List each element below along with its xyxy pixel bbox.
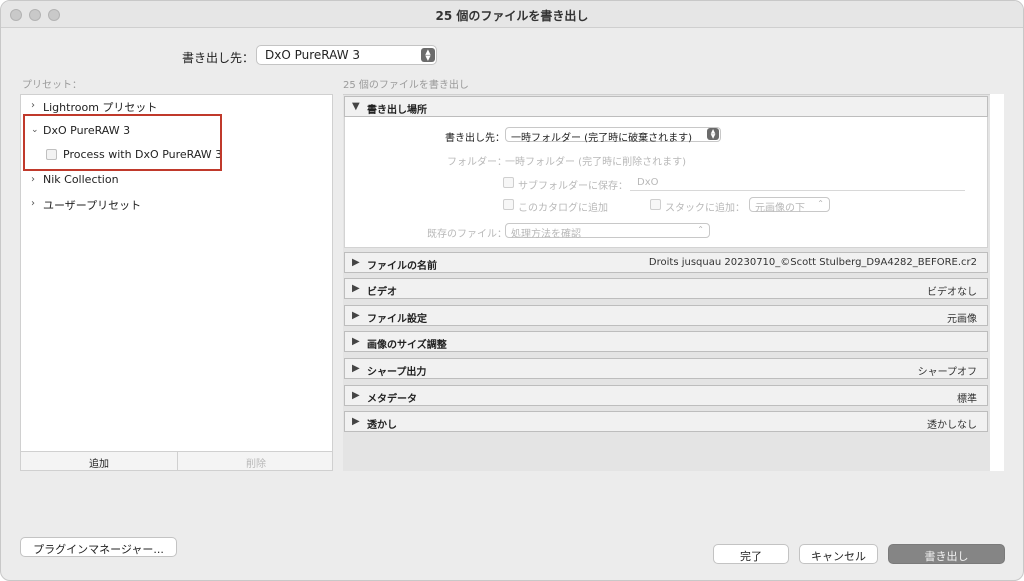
triangle-right-icon: ▶ — [352, 310, 360, 321]
updown-arrow-icon: ⌃ — [697, 225, 704, 234]
presets-label: プリセット： — [22, 80, 82, 91]
folder-label: フォルダー： — [447, 157, 507, 168]
section-title: ファイル設定 — [367, 314, 427, 325]
folder-value: 一時フォルダー (完了時に削除されます) — [505, 157, 686, 168]
section-summary: 標準 — [957, 394, 977, 405]
triangle-right-icon: ▶ — [352, 257, 360, 268]
settings-scrollbar[interactable] — [990, 94, 1004, 471]
export-count-header: 25 個のファイルを書き出し — [343, 80, 469, 91]
section-metadata[interactable]: ▶ メタデータ 標準 — [344, 385, 988, 406]
titlebar: 25 個のファイルを書き出し — [1, 1, 1023, 28]
section-file-naming[interactable]: ▶ ファイルの名前 Droits jusquau 20230710_©Scott… — [344, 252, 988, 273]
section-title: 透かし — [367, 420, 397, 431]
triangle-right-icon: ▶ — [352, 283, 360, 294]
section-image-sizing[interactable]: ▶ 画像のサイズ調整 — [344, 331, 988, 352]
stepper-arrows-icon: ▲ ▼ — [707, 128, 719, 140]
chevron-right-icon[interactable]: › — [31, 174, 35, 185]
export-to-value: 一時フォルダー (完了時に破棄されます) — [511, 133, 692, 144]
add-to-stack-checkbox[interactable] — [650, 199, 661, 210]
preset-folder-label: Nik Collection — [43, 173, 119, 186]
existing-files-value: 処理方法を確認 — [511, 229, 581, 240]
add-preset-button[interactable]: 追加 — [21, 452, 177, 470]
section-summary: 元画像 — [947, 314, 977, 325]
export-location-body: 書き出し先： 一時フォルダー (完了時に破棄されます) ▲ ▼ フォルダー： 一時… — [344, 117, 988, 248]
section-summary: ビデオなし — [927, 287, 977, 298]
existing-files-select[interactable]: 処理方法を確認 ⌃ — [505, 223, 710, 240]
export-target-value: DxO PureRAW 3 — [265, 48, 361, 62]
triangle-down-icon: ▼ — [352, 101, 360, 112]
section-video[interactable]: ▶ ビデオ ビデオなし — [344, 278, 988, 299]
section-summary: 透かしなし — [927, 420, 977, 431]
section-title: メタデータ — [367, 394, 417, 405]
cancel-button[interactable]: キャンセル — [799, 544, 878, 564]
stack-position-value: 元画像の下 — [755, 203, 805, 214]
preset-folder-lightroom[interactable]: › Lightroom プリセット — [21, 97, 332, 115]
remove-preset-button[interactable]: 削除 — [178, 452, 334, 470]
triangle-right-icon: ▶ — [352, 363, 360, 374]
preset-button-bar: 追加 削除 — [20, 452, 333, 471]
subfolder-label: サブフォルダーに保存： — [518, 181, 628, 192]
section-file-settings[interactable]: ▶ ファイル設定 元画像 — [344, 305, 988, 326]
preset-folder-user[interactable]: › ユーザープリセット — [21, 195, 332, 213]
section-title: 画像のサイズ調整 — [367, 340, 447, 351]
window-title: 25 個のファイルを書き出し — [435, 9, 589, 23]
section-title: ビデオ — [367, 287, 397, 298]
section-watermarking[interactable]: ▶ 透かし 透かしなし — [344, 411, 988, 432]
stack-position-select[interactable]: 元画像の下 ⌃ — [749, 197, 830, 214]
triangle-right-icon: ▶ — [352, 416, 360, 427]
section-title: ファイルの名前 — [367, 261, 437, 272]
subfolder-input[interactable]: DxO — [637, 177, 659, 188]
section-output-sharpening[interactable]: ▶ シャープ出力 シャープオフ — [344, 358, 988, 379]
chevron-right-icon[interactable]: › — [31, 198, 35, 209]
subfolder-checkbox[interactable] — [503, 177, 514, 188]
preset-folder-label: ユーザープリセット — [43, 199, 142, 212]
export-to-select[interactable]: 一時フォルダー (完了時に破棄されます) ▲ ▼ — [505, 127, 721, 144]
section-title: 書き出し場所 — [367, 105, 427, 116]
section-summary: Droits jusquau 20230710_©Scott Stulberg_… — [648, 257, 977, 268]
preset-folder-label: Lightroom プリセット — [43, 101, 158, 114]
export-button[interactable]: 書き出し — [888, 544, 1005, 564]
subfolder-underline — [630, 190, 965, 191]
export-dialog: 25 個のファイルを書き出し 書き出し先： DxO PureRAW 3 ▲ ▼ プ… — [0, 0, 1024, 581]
triangle-right-icon: ▶ — [352, 390, 360, 401]
stepper-arrows-icon: ▲ ▼ — [421, 48, 435, 62]
updown-arrow-icon: ⌃ — [817, 199, 824, 208]
export-target-select[interactable]: DxO PureRAW 3 ▲ ▼ — [256, 45, 437, 65]
preset-folder-nik[interactable]: › Nik Collection — [21, 171, 332, 189]
export-to-label: 書き出し先： — [445, 133, 505, 144]
section-summary: シャープオフ — [917, 367, 977, 378]
export-target-label: 書き出し先： — [182, 51, 255, 65]
done-button[interactable]: 完了 — [713, 544, 789, 564]
existing-files-label: 既存のファイル： — [427, 229, 507, 240]
section-export-location[interactable]: ▼ 書き出し場所 — [344, 96, 988, 117]
triangle-right-icon: ▶ — [352, 336, 360, 347]
add-to-stack-label: スタックに追加： — [665, 203, 745, 214]
plugin-manager-button[interactable]: プラグインマネージャー... — [20, 537, 177, 557]
annotation-highlight-box — [23, 114, 222, 171]
add-to-catalog-checkbox[interactable] — [503, 199, 514, 210]
add-to-catalog-label: このカタログに追加 — [518, 203, 608, 214]
chevron-right-icon[interactable]: › — [31, 100, 35, 111]
section-title: シャープ出力 — [367, 367, 427, 378]
